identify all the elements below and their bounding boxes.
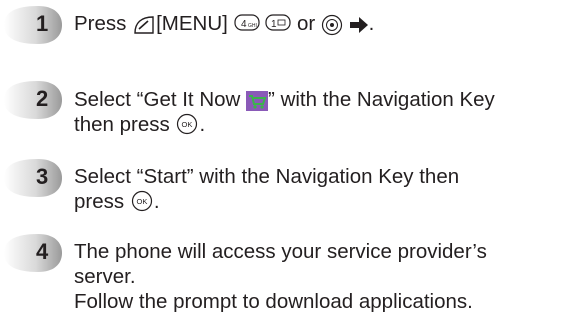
step-line-3: Follow the prompt to download applicatio… bbox=[74, 290, 473, 313]
step-badge: 3 bbox=[2, 157, 64, 199]
step-line-2: server. bbox=[74, 265, 136, 288]
right-arrow-icon bbox=[349, 16, 368, 33]
step-text: Select “Start” with the Navigation Key t… bbox=[74, 164, 459, 214]
ok-key-icon[interactable]: OK bbox=[175, 113, 199, 135]
step-line-2: press OK . bbox=[74, 189, 459, 214]
step-text-navigation: ” with the Navigation Key bbox=[268, 88, 495, 111]
step-line-1: Select “Get It Now ” with the Navigation… bbox=[74, 87, 495, 112]
badge-shape-icon bbox=[4, 159, 62, 197]
svg-text:OK: OK bbox=[182, 120, 193, 129]
svg-text:GHI: GHI bbox=[248, 23, 257, 29]
menu-label: [MENU] bbox=[156, 12, 228, 35]
shopping-cart-icon bbox=[246, 90, 269, 111]
menu-softkey-icon[interactable] bbox=[132, 14, 156, 36]
step-text-then-press: then press bbox=[74, 113, 170, 136]
svg-text:1: 1 bbox=[271, 19, 277, 30]
step-badge: 1 bbox=[2, 4, 64, 46]
step-line-1: Select “Start” with the Navigation Key t… bbox=[74, 165, 460, 188]
step-number: 3 bbox=[36, 164, 49, 189]
step-text: Select “Get It Now ” with the Navigation… bbox=[74, 87, 495, 137]
step-text: Press [MENU] 4 GHI 1 or . bbox=[74, 11, 374, 36]
ok-key-icon[interactable]: OK bbox=[130, 190, 154, 212]
four-ghi-key-icon[interactable]: 4 GHI bbox=[233, 13, 260, 33]
step-badge: 2 bbox=[2, 79, 64, 121]
step-text-period: . bbox=[199, 113, 206, 136]
step-line-1: The phone will access your service provi… bbox=[74, 240, 487, 263]
step-text: The phone will access your service provi… bbox=[74, 239, 487, 314]
svg-text:OK: OK bbox=[136, 197, 147, 206]
step-text-press: press bbox=[74, 190, 125, 213]
svg-text:4: 4 bbox=[241, 19, 247, 30]
one-voicemail-key-icon[interactable]: 1 bbox=[265, 13, 291, 33]
badge-shape-icon bbox=[4, 234, 62, 272]
step-line-2: then press OK . bbox=[74, 112, 495, 137]
navigation-key-icon[interactable] bbox=[321, 14, 343, 36]
step-number: 4 bbox=[36, 239, 49, 264]
step-text-or: or bbox=[296, 12, 316, 35]
step-text-period: . bbox=[368, 12, 375, 35]
step-number: 2 bbox=[36, 86, 49, 111]
step-badge: 4 bbox=[2, 232, 64, 274]
badge-shape-icon bbox=[4, 6, 62, 44]
step-text-period: . bbox=[153, 190, 160, 213]
step-text-select: Select “Get It Now bbox=[74, 88, 241, 111]
badge-shape-icon bbox=[4, 81, 62, 119]
step-number: 1 bbox=[36, 11, 49, 36]
step-text-press: Press bbox=[74, 12, 127, 35]
